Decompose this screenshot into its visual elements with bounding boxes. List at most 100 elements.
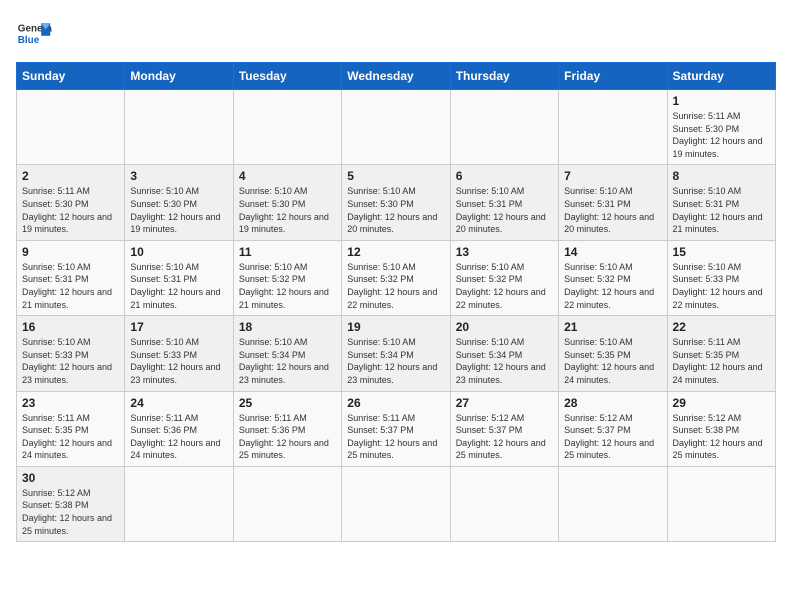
weekday-header-friday: Friday [559,63,667,90]
calendar-cell: 1Sunrise: 5:11 AM Sunset: 5:30 PM Daylig… [667,90,775,165]
day-number: 1 [673,94,770,108]
day-info: Sunrise: 5:10 AM Sunset: 5:34 PM Dayligh… [239,336,336,386]
calendar-cell: 12 Sunrise: 5:10 AM Sunset: 5:32 PM Dayli… [342,240,450,315]
day-info: Sunrise: 5:10 AM Sunset: 5:32 PM Dayligh… [564,261,661,311]
day-info: Sunrise: 5:12 AM Sunset: 5:37 PM Dayligh… [564,412,661,462]
day-info: Sunrise: 5:10 AM Sunset: 5:32 PM Dayligh… [239,261,336,311]
calendar-cell: 5Sunrise: 5:10 AM Sunset: 5:30 PM Daylig… [342,165,450,240]
calendar-cell: 28 Sunrise: 5:12 AM Sunset: 5:37 PM Dayli… [559,391,667,466]
calendar-cell: 19 Sunrise: 5:10 AM Sunset: 5:34 PM Dayli… [342,316,450,391]
day-info: Sunrise: 5:10 AM Sunset: 5:31 PM Dayligh… [564,185,661,235]
day-number: 5 [347,169,444,183]
calendar-body: 1 Sunrise: 5:11 AM Sunset: 5:30 PM Daylig… [17,90,776,542]
day-info: Sunrise: 5:10 AM Sunset: 5:35 PM Dayligh… [564,336,661,386]
day-number: 23 [22,396,119,410]
calendar-cell: 4 Sunrise: 5:10 AM Sunset: 5:30 PM Daylig… [233,165,341,240]
day-info: Sunrise: 5:10 AM Sunset: 5:32 PM Dayligh… [456,261,553,311]
calendar-cell [233,90,341,165]
header: General Blue [16,16,776,52]
weekday-header-thursday: Thursday [450,63,558,90]
day-number: 30 [22,471,119,485]
day-info: Sunrise: 5:10 AM Sunset: 5:32 PM Dayligh… [347,261,444,311]
calendar-cell: 14Sunrise: 5:10 AM Sunset: 5:32 PM Dayli… [559,240,667,315]
day-number: 11 [239,245,336,259]
calendar-cell: 21 Sunrise: 5:10 AM Sunset: 5:35 PM Dayli… [559,316,667,391]
day-info: Sunrise: 5:10 AM Sunset: 5:33 PM Dayligh… [22,336,119,386]
calendar-cell: 9 Sunrise: 5:10 AM Sunset: 5:31 PM Daylig… [17,240,125,315]
day-number: 29 [673,396,770,410]
calendar-cell: 27 Sunrise: 5:12 AM Sunset: 5:37 PM Dayli… [450,391,558,466]
svg-text:Blue: Blue [18,35,40,46]
calendar-cell [559,466,667,541]
day-number: 19 [347,320,444,334]
calendar-cell: 22Sunrise: 5:11 AM Sunset: 5:35 PM Dayli… [667,316,775,391]
day-number: 27 [456,396,553,410]
day-info: Sunrise: 5:10 AM Sunset: 5:33 PM Dayligh… [130,336,227,386]
day-info: Sunrise: 5:10 AM Sunset: 5:31 PM Dayligh… [456,185,553,235]
calendar-cell: 24 Sunrise: 5:11 AM Sunset: 5:36 PM Dayli… [125,391,233,466]
day-number: 7 [564,169,661,183]
day-info: Sunrise: 5:11 AM Sunset: 5:36 PM Dayligh… [239,412,336,462]
day-number: 6 [456,169,553,183]
day-number: 13 [456,245,553,259]
calendar-cell [342,90,450,165]
calendar-cell: 11 Sunrise: 5:10 AM Sunset: 5:32 PM Dayli… [233,240,341,315]
day-number: 10 [130,245,227,259]
calendar-cell [17,90,125,165]
day-info: Sunrise: 5:10 AM Sunset: 5:31 PM Dayligh… [130,261,227,311]
calendar-cell: 7 Sunrise: 5:10 AM Sunset: 5:31 PM Daylig… [559,165,667,240]
calendar-row: 23 Sunrise: 5:11 AM Sunset: 5:35 PM Dayli… [17,391,776,466]
calendar-cell: 13 Sunrise: 5:10 AM Sunset: 5:32 PM Dayli… [450,240,558,315]
calendar-cell: 25 Sunrise: 5:11 AM Sunset: 5:36 PM Dayli… [233,391,341,466]
calendar-cell: 8 Sunrise: 5:10 AM Sunset: 5:31 PM Daylig… [667,165,775,240]
calendar-cell [559,90,667,165]
day-number: 4 [239,169,336,183]
calendar-cell: 10 Sunrise: 5:10 AM Sunset: 5:31 PM Dayli… [125,240,233,315]
calendar-cell: 29 Sunrise: 5:12 AM Sunset: 5:38 PM Dayli… [667,391,775,466]
day-info: Sunrise: 5:11 AM Sunset: 5:30 PM Dayligh… [22,185,119,235]
calendar-cell [450,90,558,165]
day-info: Sunrise: 5:12 AM Sunset: 5:38 PM Dayligh… [673,412,770,462]
calendar-cell [450,466,558,541]
calendar-cell [233,466,341,541]
calendar-cell [125,90,233,165]
day-info: Sunrise: 5:10 AM Sunset: 5:34 PM Dayligh… [347,336,444,386]
calendar-cell: 6 Sunrise: 5:10 AM Sunset: 5:31 PM Daylig… [450,165,558,240]
calendar-cell [342,466,450,541]
day-info: Sunrise: 5:11 AM Sunset: 5:35 PM Dayligh… [673,336,770,386]
day-number: 15 [673,245,770,259]
day-number: 16 [22,320,119,334]
calendar-row: 2 Sunrise: 5:11 AM Sunset: 5:30 PM Daylig… [17,165,776,240]
calendar-cell: 16 Sunrise: 5:10 AM Sunset: 5:33 PM Dayli… [17,316,125,391]
day-info: Sunrise: 5:10 AM Sunset: 5:31 PM Dayligh… [22,261,119,311]
calendar-cell [667,466,775,541]
calendar-row: 16 Sunrise: 5:10 AM Sunset: 5:33 PM Dayli… [17,316,776,391]
calendar-cell: 23 Sunrise: 5:11 AM Sunset: 5:35 PM Dayli… [17,391,125,466]
day-info: Sunrise: 5:11 AM Sunset: 5:35 PM Dayligh… [22,412,119,462]
day-info: Sunrise: 5:10 AM Sunset: 5:31 PM Dayligh… [673,185,770,235]
day-number: 12 [347,245,444,259]
calendar-cell: 26Sunrise: 5:11 AM Sunset: 5:37 PM Dayli… [342,391,450,466]
day-number: 24 [130,396,227,410]
weekday-header-saturday: Saturday [667,63,775,90]
day-info: Sunrise: 5:11 AM Sunset: 5:36 PM Dayligh… [130,412,227,462]
day-number: 21 [564,320,661,334]
day-number: 28 [564,396,661,410]
day-number: 18 [239,320,336,334]
calendar-cell: 3 Sunrise: 5:10 AM Sunset: 5:30 PM Daylig… [125,165,233,240]
calendar-row: 9 Sunrise: 5:10 AM Sunset: 5:31 PM Daylig… [17,240,776,315]
day-number: 2 [22,169,119,183]
day-info: Sunrise: 5:10 AM Sunset: 5:33 PM Dayligh… [673,261,770,311]
day-info: Sunrise: 5:10 AM Sunset: 5:30 PM Dayligh… [239,185,336,235]
day-number: 20 [456,320,553,334]
calendar-cell: 17Sunrise: 5:10 AM Sunset: 5:33 PM Dayli… [125,316,233,391]
day-number: 3 [130,169,227,183]
day-number: 9 [22,245,119,259]
day-info: Sunrise: 5:10 AM Sunset: 5:30 PM Dayligh… [130,185,227,235]
day-info: Sunrise: 5:11 AM Sunset: 5:37 PM Dayligh… [347,412,444,462]
day-number: 25 [239,396,336,410]
calendar-cell: 20Sunrise: 5:10 AM Sunset: 5:34 PM Dayli… [450,316,558,391]
calendar-row: 30Sunrise: 5:12 AM Sunset: 5:38 PM Dayli… [17,466,776,541]
day-number: 8 [673,169,770,183]
day-info: Sunrise: 5:12 AM Sunset: 5:37 PM Dayligh… [456,412,553,462]
